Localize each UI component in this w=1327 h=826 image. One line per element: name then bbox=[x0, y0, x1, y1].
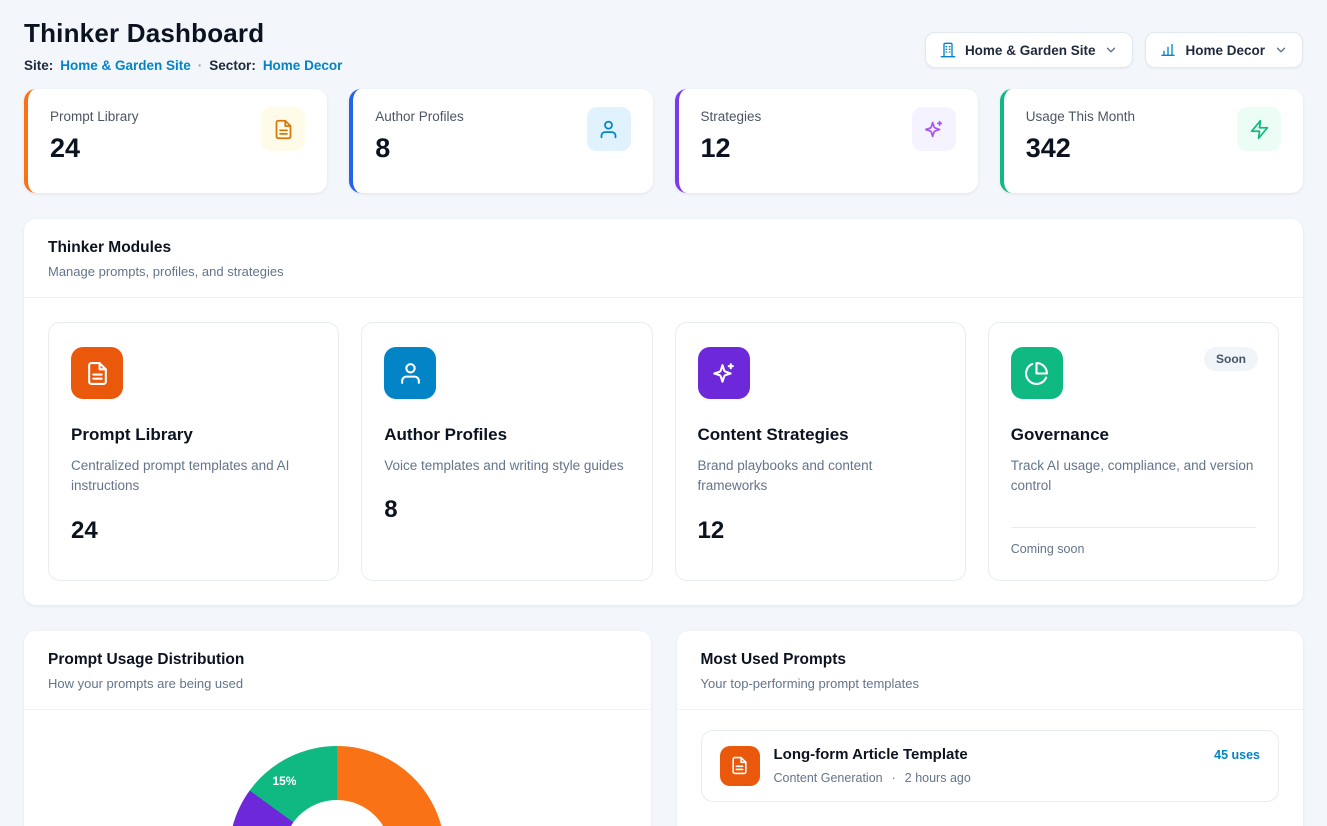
module-count: 8 bbox=[384, 496, 629, 524]
prompt-item-body: Long-form Article Template Content Gener… bbox=[774, 746, 1201, 785]
prompt-item-time: 2 hours ago bbox=[905, 771, 971, 785]
breadcrumb: Site: Home & Garden Site · Sector: Home … bbox=[24, 58, 342, 73]
module-title: Content Strategies bbox=[698, 425, 943, 445]
page-header: Thinker Dashboard Site: Home & Garden Si… bbox=[24, 18, 1303, 73]
module-count: 24 bbox=[71, 517, 316, 545]
prompt-item-title: Long-form Article Template bbox=[774, 746, 1201, 763]
building-icon bbox=[940, 42, 956, 58]
module-count: 12 bbox=[698, 517, 943, 545]
prompt-item-uses: 45 uses bbox=[1214, 748, 1260, 762]
prompts-panel-title: Most Used Prompts bbox=[701, 651, 1280, 669]
lightning-icon bbox=[1237, 107, 1281, 151]
site-selector-dropdown[interactable]: Home & Garden Site bbox=[925, 32, 1134, 68]
page-title: Thinker Dashboard bbox=[24, 18, 342, 49]
sector-selector-label: Home Decor bbox=[1185, 43, 1265, 58]
modules-panel-title: Thinker Modules bbox=[48, 239, 1279, 257]
sector-selector-dropdown[interactable]: Home Decor bbox=[1145, 32, 1303, 68]
stat-card-author-profiles: Author Profiles 8 bbox=[349, 89, 652, 193]
prompt-item-category: Content Generation bbox=[774, 771, 883, 785]
document-icon bbox=[720, 746, 760, 786]
chevron-down-icon bbox=[1274, 43, 1288, 57]
soon-badge: Soon bbox=[1204, 347, 1258, 371]
donut-segment-label: 15% bbox=[272, 774, 296, 788]
coming-soon-text: Coming soon bbox=[1011, 527, 1256, 556]
sector-label: Sector: bbox=[209, 58, 256, 73]
list-item[interactable]: Long-form Article Template Content Gener… bbox=[701, 730, 1280, 802]
pie-chart-icon bbox=[1011, 347, 1063, 399]
person-icon bbox=[587, 107, 631, 151]
site-selector-label: Home & Garden Site bbox=[965, 43, 1096, 58]
thinker-modules-panel: Thinker Modules Manage prompts, profiles… bbox=[24, 219, 1303, 605]
module-card-author-profiles[interactable]: Author Profiles Voice templates and writ… bbox=[361, 322, 652, 581]
prompt-usage-panel: Prompt Usage Distribution How your promp… bbox=[24, 631, 651, 826]
module-title: Author Profiles bbox=[384, 425, 629, 445]
usage-panel-header: Prompt Usage Distribution How your promp… bbox=[24, 631, 651, 710]
thinker-dashboard-page: Thinker Dashboard Site: Home & Garden Si… bbox=[0, 0, 1327, 826]
module-card-governance[interactable]: Soon Governance Track AI usage, complian… bbox=[988, 322, 1279, 581]
module-card-prompt-library[interactable]: Prompt Library Centralized prompt templa… bbox=[48, 322, 339, 581]
stat-card-usage: Usage This Month 342 bbox=[1000, 89, 1303, 193]
usage-panel-subtitle: How your prompts are being used bbox=[48, 676, 627, 691]
module-description: Track AI usage, compliance, and version … bbox=[1011, 456, 1256, 497]
stat-card-strategies: Strategies 12 bbox=[675, 89, 978, 193]
stat-cards-row: Prompt Library 24 Author Profiles 8 Stra… bbox=[24, 89, 1303, 193]
bar-chart-icon bbox=[1160, 42, 1176, 58]
header-controls: Home & Garden Site Home Decor bbox=[925, 32, 1303, 68]
sparkle-star-icon bbox=[912, 107, 956, 151]
site-link[interactable]: Home & Garden Site bbox=[60, 58, 191, 73]
separator-dot: · bbox=[198, 58, 203, 73]
person-icon bbox=[384, 347, 436, 399]
bottom-row: Prompt Usage Distribution How your promp… bbox=[24, 605, 1303, 826]
modules-panel-header: Thinker Modules Manage prompts, profiles… bbox=[24, 219, 1303, 298]
usage-panel-title: Prompt Usage Distribution bbox=[48, 651, 627, 669]
site-label: Site: bbox=[24, 58, 53, 73]
module-title: Prompt Library bbox=[71, 425, 316, 445]
modules-panel-subtitle: Manage prompts, profiles, and strategies bbox=[48, 264, 1279, 279]
module-description: Centralized prompt templates and AI inst… bbox=[71, 456, 316, 497]
separator-dot: · bbox=[892, 771, 896, 785]
module-card-content-strategies[interactable]: Content Strategies Brand playbooks and c… bbox=[675, 322, 966, 581]
document-icon bbox=[71, 347, 123, 399]
header-left: Thinker Dashboard Site: Home & Garden Si… bbox=[24, 18, 342, 73]
chevron-down-icon bbox=[1104, 43, 1118, 57]
sector-link[interactable]: Home Decor bbox=[263, 58, 343, 73]
module-title: Governance bbox=[1011, 425, 1256, 445]
most-used-prompts-panel: Most Used Prompts Your top-performing pr… bbox=[677, 631, 1304, 826]
document-icon bbox=[261, 107, 305, 151]
prompt-list: Long-form Article Template Content Gener… bbox=[677, 710, 1304, 822]
prompts-panel-header: Most Used Prompts Your top-performing pr… bbox=[677, 631, 1304, 710]
sparkle-star-icon bbox=[698, 347, 750, 399]
module-grid: Prompt Library Centralized prompt templa… bbox=[24, 298, 1303, 605]
prompts-panel-subtitle: Your top-performing prompt templates bbox=[701, 676, 1280, 691]
usage-donut-chart: 15% bbox=[229, 746, 445, 826]
prompt-item-meta: Content Generation · 2 hours ago bbox=[774, 771, 1201, 785]
module-description: Brand playbooks and content frameworks bbox=[698, 456, 943, 497]
usage-chart-area: 15% bbox=[24, 710, 651, 826]
stat-card-prompt-library: Prompt Library 24 bbox=[24, 89, 327, 193]
module-description: Voice templates and writing style guides bbox=[384, 456, 629, 476]
